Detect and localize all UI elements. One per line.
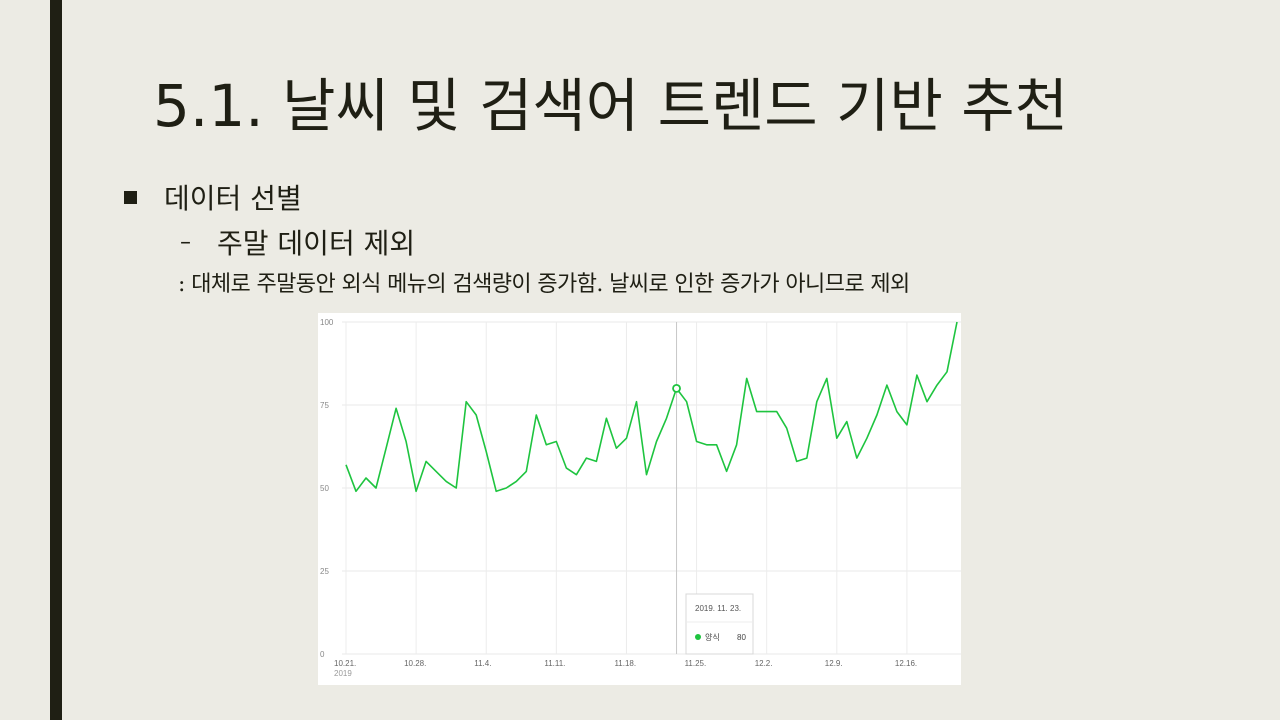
y-tick-label: 100 xyxy=(320,318,334,327)
tooltip-date: 2019. 11. 23. xyxy=(695,604,741,613)
bullet-square-icon xyxy=(124,190,137,204)
note-text: : 대체로 주말동안 외식 메뉴의 검색량이 증가함. 날씨로 인한 증가가 아… xyxy=(178,272,910,297)
y-tick-label: 25 xyxy=(320,567,329,576)
x-tick-label: 12.9. xyxy=(825,659,843,668)
y-tick-label: 75 xyxy=(320,401,329,410)
sub-bullet-text: 주말 데이터 제외 xyxy=(217,227,416,260)
highlight-point xyxy=(672,384,681,393)
trend-chart: 100 75 50 25 0 10.21. 2019 10.28. 11.4. 11.11. 11.… xyxy=(318,313,961,685)
x-tick-label: 11.4. xyxy=(474,659,491,668)
series-line xyxy=(345,321,958,493)
x-tick-label: 11.18. xyxy=(614,659,636,668)
tooltip-series: 양식 xyxy=(705,633,720,642)
x-tick-sublabel: 2019 xyxy=(334,669,352,678)
chart-svg: 100 75 50 25 0 10.21.2019 10.28. 11.4. 11.11. 11.… xyxy=(320,318,961,678)
tooltip-value: 80 xyxy=(737,633,746,642)
dash-icon: – xyxy=(180,229,191,255)
left-accent-bar xyxy=(50,0,62,720)
sub-bullet-item: – 주말 데이터 제외 xyxy=(180,224,415,260)
bullet-text: 데이터 선별 xyxy=(164,182,302,215)
tooltip-dot-icon xyxy=(695,634,701,640)
x-tick-label: 10.21. xyxy=(334,659,356,668)
x-tick-label: 12.2. xyxy=(755,659,773,668)
x-tick-label: 11.25. xyxy=(685,659,707,668)
x-tick-label: 11.11. xyxy=(544,659,565,668)
slide-title: 5.1. 날씨 및 검색어 트렌드 기반 추천 xyxy=(153,72,1068,140)
tooltip-box xyxy=(685,593,754,655)
x-tick-label: 10.28. xyxy=(404,659,426,668)
x-tick-label: 12.16. xyxy=(895,659,917,668)
y-tick-label: 50 xyxy=(320,484,329,493)
bullet-item: 데이터 선별 xyxy=(124,180,302,215)
y-tick-label: 0 xyxy=(320,650,325,659)
